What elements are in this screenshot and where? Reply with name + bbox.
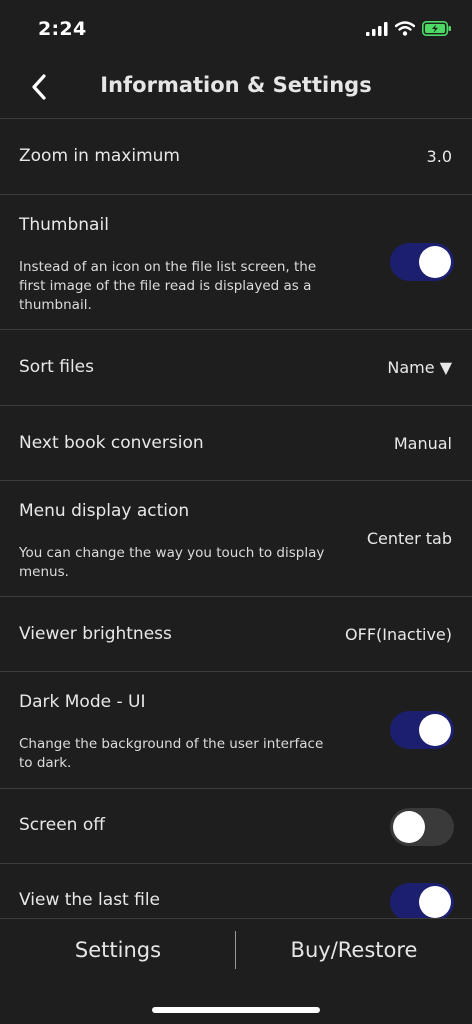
sort-label: Sort files: [19, 357, 94, 377]
menu-display-label: Menu display action: [19, 501, 190, 521]
sort-value: Name ▼: [387, 358, 452, 377]
tab-settings[interactable]: Settings: [0, 919, 236, 981]
brightness-value: OFF(Inactive): [345, 625, 452, 644]
setting-row-thumbnail: Thumbnail Instead of an icon on the file…: [0, 195, 472, 330]
page-title: Information & Settings: [100, 73, 372, 97]
menu-display-value: Center tab: [366, 529, 452, 548]
setting-row-menu-display[interactable]: Menu display action You can change the w…: [0, 481, 472, 597]
last-file-toggle[interactable]: [390, 883, 454, 919]
dark-mode-label: Dark Mode - UI: [19, 692, 146, 712]
thumbnail-toggle[interactable]: [390, 243, 454, 281]
thumbnail-label: Thumbnail: [19, 215, 109, 235]
setting-row-zoom[interactable]: Zoom in maximum 3.0: [0, 119, 472, 195]
toggle-knob: [393, 811, 425, 843]
home-indicator[interactable]: [152, 1007, 320, 1013]
toggle-knob: [419, 246, 451, 278]
menu-display-description: You can change the way you touch to disp…: [19, 545, 325, 580]
battery-charging-icon: [422, 21, 451, 36]
setting-row-screen-off: Screen off: [0, 789, 472, 864]
zoom-label: Zoom in maximum: [19, 146, 180, 166]
screen-off-label: Screen off: [19, 815, 105, 835]
thumbnail-description: Instead of an icon on the file list scre…: [19, 259, 317, 313]
status-bar: 2:24: [0, 0, 472, 56]
zoom-value: 3.0: [426, 147, 452, 166]
settings-list: Zoom in maximum 3.0 Thumbnail Instead of…: [0, 118, 472, 919]
toggle-knob: [419, 886, 451, 918]
tab-buy-restore[interactable]: Buy/Restore: [236, 919, 472, 981]
nav-bar: Information & Settings: [0, 56, 472, 118]
wifi-icon: [395, 21, 415, 36]
next-book-value: Manual: [393, 434, 452, 453]
status-time: 2:24: [38, 18, 87, 40]
last-file-label: View the last file: [19, 890, 161, 910]
dark-mode-description: Change the background of the user interf…: [19, 736, 324, 771]
cellular-signal-icon: [366, 21, 388, 36]
next-book-label: Next book conversion: [19, 433, 204, 453]
setting-row-next-book[interactable]: Next book conversion Manual: [0, 406, 472, 481]
screen-off-toggle[interactable]: [390, 808, 454, 846]
setting-row-brightness[interactable]: Viewer brightness OFF(Inactive): [0, 597, 472, 672]
setting-row-dark-mode: Dark Mode - UI Change the background of …: [0, 672, 472, 789]
brightness-label: Viewer brightness: [19, 624, 172, 644]
setting-row-sort[interactable]: Sort files Name ▼: [0, 330, 472, 406]
status-icons: [366, 21, 452, 36]
toggle-knob: [419, 714, 451, 746]
setting-row-last-file: View the last file: [0, 864, 472, 919]
dark-mode-toggle[interactable]: [390, 711, 454, 749]
